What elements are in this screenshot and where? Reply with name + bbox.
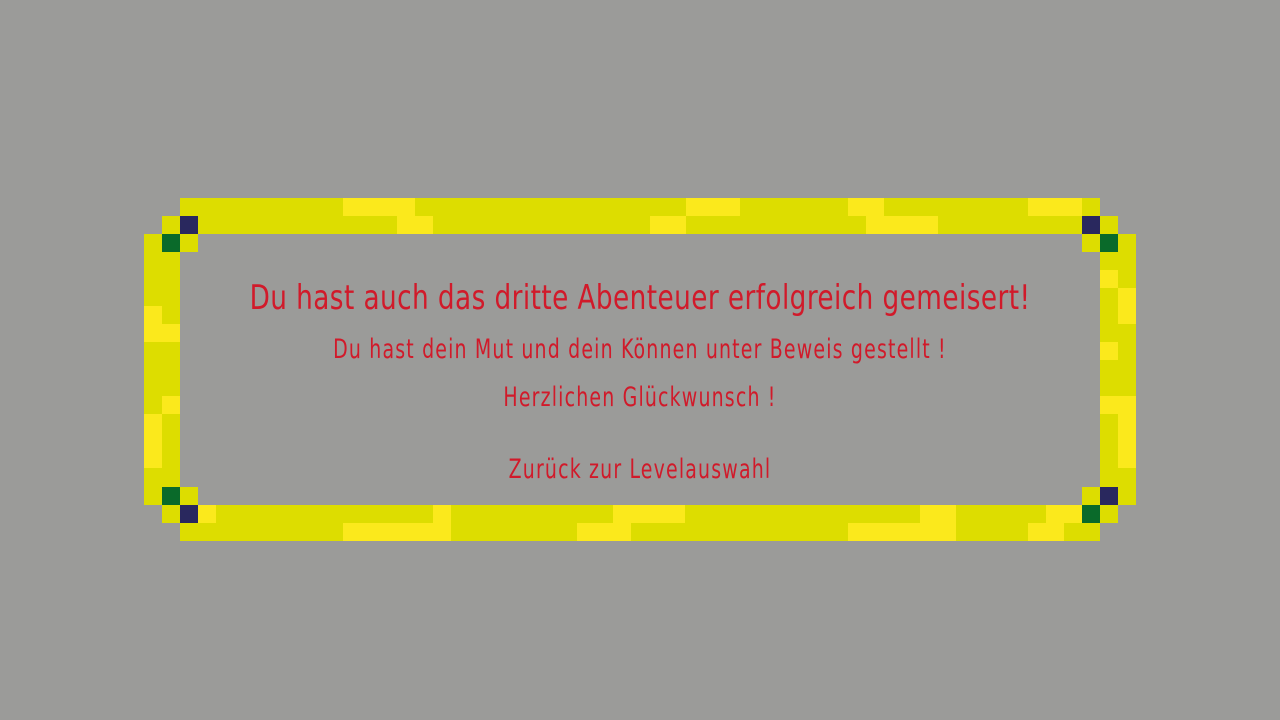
- frame-highlight: [144, 414, 162, 468]
- corner-gem-green: [1100, 234, 1118, 252]
- frame-highlight: [1100, 342, 1118, 360]
- frame-highlight: [866, 216, 938, 234]
- frame-highlight: [343, 198, 415, 216]
- frame-highlight: [162, 324, 180, 342]
- frame-highlight: [162, 396, 180, 414]
- frame-highlight: [920, 505, 956, 523]
- corner-gem-dark: [1082, 216, 1100, 234]
- frame-highlight: [577, 523, 631, 541]
- frame-corner-step: [162, 216, 180, 234]
- frame-highlight: [1046, 505, 1082, 523]
- corner-gem-green: [1082, 505, 1100, 523]
- frame-corner-step: [1100, 216, 1118, 234]
- victory-title: Du hast auch das dritte Abenteuer erfolg…: [249, 278, 1031, 318]
- frame-corner-step: [1100, 505, 1118, 523]
- frame-highlight: [144, 306, 162, 342]
- frame-highlight: [650, 216, 686, 234]
- corner-gem-dark: [180, 216, 198, 234]
- frame-highlight: [198, 505, 216, 523]
- frame-highlight: [1028, 198, 1082, 216]
- frame-highlight: [613, 505, 685, 523]
- corner-gem-dark: [1100, 487, 1118, 505]
- frame-highlight: [1028, 523, 1064, 541]
- frame-highlight: [686, 198, 740, 216]
- frame-highlight: [1100, 270, 1118, 288]
- victory-dialog: Du hast auch das dritte Abenteuer erfolg…: [180, 234, 1100, 506]
- frame-highlight: [1118, 288, 1136, 324]
- victory-subtitle: Du hast dein Mut und dein Können unter B…: [333, 334, 947, 365]
- game-screen: Du hast auch das dritte Abenteuer erfolg…: [0, 0, 1280, 720]
- frame-highlight: [433, 505, 451, 541]
- corner-gem-green: [162, 487, 180, 505]
- back-to-level-select-button[interactable]: Zurück zur Levelauswahl: [281, 454, 999, 485]
- frame-highlight: [397, 216, 433, 234]
- congratulations-text: Herzlichen Glückwunsch !: [503, 382, 777, 413]
- frame-highlight: [848, 198, 884, 216]
- frame-highlight: [848, 523, 956, 541]
- corner-gem-dark: [180, 505, 198, 523]
- corner-gem-green: [162, 234, 180, 252]
- frame-highlight: [1118, 414, 1136, 468]
- frame-corner-step: [162, 505, 180, 523]
- frame-top-bar: [180, 198, 1100, 234]
- frame-highlight: [1100, 396, 1136, 414]
